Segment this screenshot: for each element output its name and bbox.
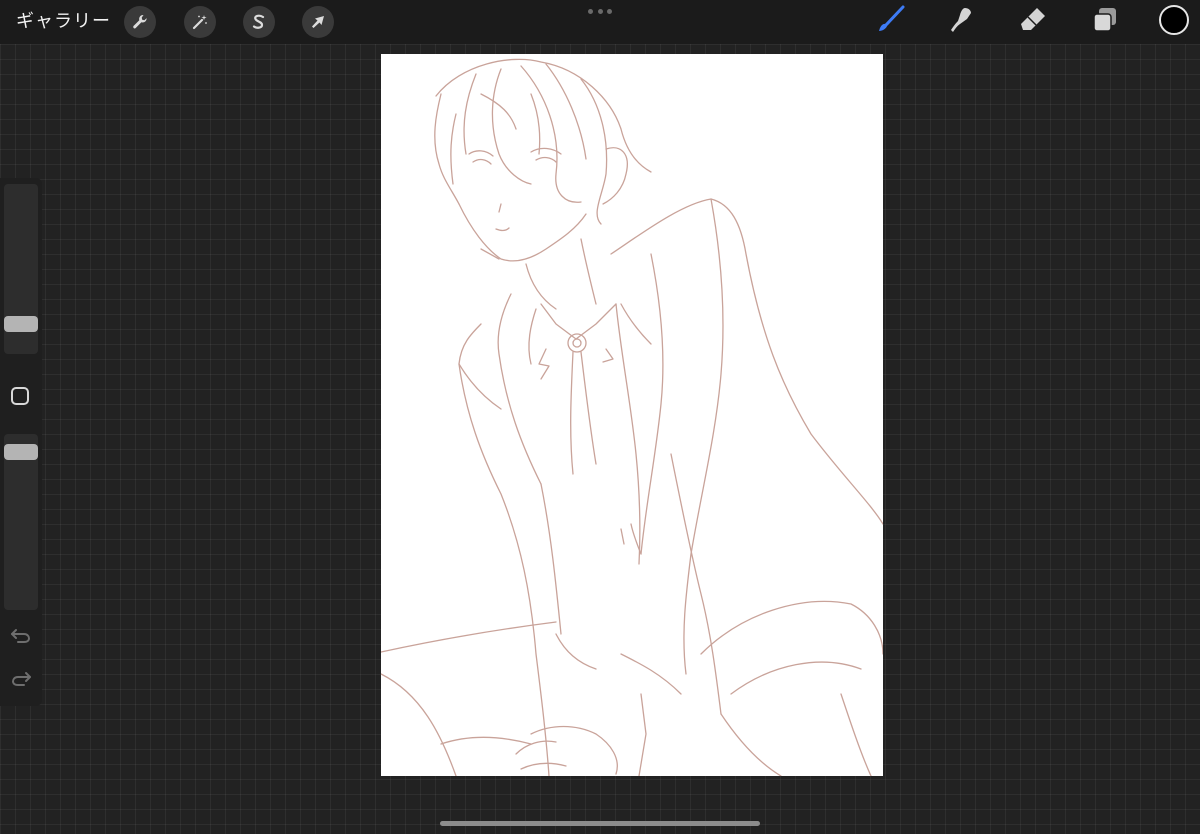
brush-icon bbox=[874, 4, 906, 40]
adjustments-button[interactable] bbox=[184, 6, 216, 38]
opacity-slider[interactable] bbox=[4, 434, 38, 610]
top-toolbar: ギャラリー bbox=[0, 0, 1200, 44]
wrench-icon bbox=[131, 13, 149, 31]
left-sidebar bbox=[0, 178, 42, 706]
color-picker-button[interactable] bbox=[1159, 5, 1189, 35]
sketch-artwork bbox=[381, 58, 883, 776]
eraser-tool-button[interactable] bbox=[1016, 6, 1050, 38]
layers-icon bbox=[1089, 4, 1121, 40]
smudge-finger-icon bbox=[946, 4, 978, 40]
home-indicator bbox=[440, 821, 760, 826]
arrow-cursor-icon bbox=[309, 13, 327, 31]
layers-button[interactable] bbox=[1088, 6, 1122, 38]
undo-arrow-icon bbox=[10, 626, 32, 648]
smudge-tool-button[interactable] bbox=[945, 6, 979, 38]
selection-s-icon bbox=[250, 13, 268, 31]
magic-wand-icon bbox=[191, 13, 209, 31]
drawing-canvas[interactable] bbox=[381, 54, 883, 776]
opacity-slider-thumb[interactable] bbox=[4, 443, 38, 460]
square-modify-icon[interactable] bbox=[11, 387, 29, 405]
redo-button[interactable] bbox=[9, 668, 33, 692]
dot bbox=[597, 9, 603, 14]
redo-arrow-icon bbox=[10, 669, 32, 691]
more-options-dots[interactable] bbox=[588, 9, 612, 15]
actions-button[interactable] bbox=[124, 6, 156, 38]
brush-tool-button[interactable] bbox=[873, 4, 907, 40]
brush-size-slider-thumb[interactable] bbox=[4, 316, 38, 333]
eraser-icon bbox=[1017, 4, 1049, 40]
selection-button[interactable] bbox=[243, 6, 275, 38]
procreate-app: ギャラリー bbox=[0, 0, 1200, 834]
transform-button[interactable] bbox=[302, 6, 334, 38]
dot bbox=[607, 9, 612, 14]
dot bbox=[588, 9, 593, 14]
gallery-button[interactable]: ギャラリー bbox=[16, 8, 111, 36]
undo-button[interactable] bbox=[9, 625, 33, 649]
